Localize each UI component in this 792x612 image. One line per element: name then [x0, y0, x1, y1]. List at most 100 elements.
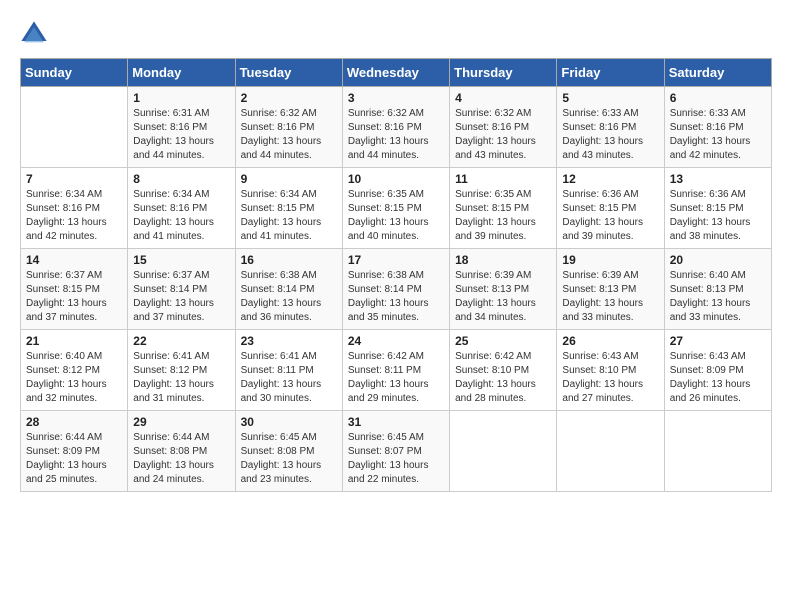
- logo-icon: [20, 20, 48, 48]
- day-info: Sunrise: 6:45 AMSunset: 8:08 PMDaylight:…: [241, 431, 337, 487]
- day-info: Sunrise: 6:42 AMSunset: 8:10 PMDaylight:…: [455, 350, 551, 406]
- calendar-cell: 3 Sunrise: 6:32 AMSunset: 8:16 PMDayligh…: [342, 87, 449, 168]
- day-info: Sunrise: 6:36 AMSunset: 8:15 PMDaylight:…: [562, 188, 658, 244]
- calendar-cell: [664, 411, 771, 492]
- weekday-header: Saturday: [664, 59, 771, 87]
- calendar-cell: 11 Sunrise: 6:35 AMSunset: 8:15 PMDaylig…: [450, 168, 557, 249]
- day-info: Sunrise: 6:40 AMSunset: 8:12 PMDaylight:…: [26, 350, 122, 406]
- day-info: Sunrise: 6:44 AMSunset: 8:08 PMDaylight:…: [133, 431, 229, 487]
- day-info: Sunrise: 6:35 AMSunset: 8:15 PMDaylight:…: [348, 188, 444, 244]
- day-info: Sunrise: 6:34 AMSunset: 8:15 PMDaylight:…: [241, 188, 337, 244]
- logo: [20, 20, 50, 48]
- day-number: 14: [26, 253, 122, 267]
- day-number: 31: [348, 415, 444, 429]
- calendar-cell: 13 Sunrise: 6:36 AMSunset: 8:15 PMDaylig…: [664, 168, 771, 249]
- day-number: 22: [133, 334, 229, 348]
- day-number: 5: [562, 91, 658, 105]
- calendar-cell: 22 Sunrise: 6:41 AMSunset: 8:12 PMDaylig…: [128, 330, 235, 411]
- weekday-header: Monday: [128, 59, 235, 87]
- weekday-header: Wednesday: [342, 59, 449, 87]
- calendar-cell: 5 Sunrise: 6:33 AMSunset: 8:16 PMDayligh…: [557, 87, 664, 168]
- day-number: 18: [455, 253, 551, 267]
- calendar-cell: 19 Sunrise: 6:39 AMSunset: 8:13 PMDaylig…: [557, 249, 664, 330]
- day-info: Sunrise: 6:37 AMSunset: 8:14 PMDaylight:…: [133, 269, 229, 325]
- calendar-cell: 6 Sunrise: 6:33 AMSunset: 8:16 PMDayligh…: [664, 87, 771, 168]
- day-info: Sunrise: 6:41 AMSunset: 8:11 PMDaylight:…: [241, 350, 337, 406]
- calendar-cell: 30 Sunrise: 6:45 AMSunset: 8:08 PMDaylig…: [235, 411, 342, 492]
- calendar-cell: 17 Sunrise: 6:38 AMSunset: 8:14 PMDaylig…: [342, 249, 449, 330]
- day-number: 24: [348, 334, 444, 348]
- day-number: 15: [133, 253, 229, 267]
- calendar-cell: 26 Sunrise: 6:43 AMSunset: 8:10 PMDaylig…: [557, 330, 664, 411]
- day-number: 29: [133, 415, 229, 429]
- day-number: 9: [241, 172, 337, 186]
- day-info: Sunrise: 6:37 AMSunset: 8:15 PMDaylight:…: [26, 269, 122, 325]
- calendar-cell: 24 Sunrise: 6:42 AMSunset: 8:11 PMDaylig…: [342, 330, 449, 411]
- calendar-cell: 28 Sunrise: 6:44 AMSunset: 8:09 PMDaylig…: [21, 411, 128, 492]
- weekday-header: Sunday: [21, 59, 128, 87]
- calendar-cell: 1 Sunrise: 6:31 AMSunset: 8:16 PMDayligh…: [128, 87, 235, 168]
- day-number: 3: [348, 91, 444, 105]
- weekday-header: Tuesday: [235, 59, 342, 87]
- calendar-cell: 21 Sunrise: 6:40 AMSunset: 8:12 PMDaylig…: [21, 330, 128, 411]
- day-number: 4: [455, 91, 551, 105]
- calendar-cell: [557, 411, 664, 492]
- calendar-cell: 18 Sunrise: 6:39 AMSunset: 8:13 PMDaylig…: [450, 249, 557, 330]
- calendar-table: SundayMondayTuesdayWednesdayThursdayFrid…: [20, 58, 772, 492]
- day-info: Sunrise: 6:38 AMSunset: 8:14 PMDaylight:…: [241, 269, 337, 325]
- day-info: Sunrise: 6:32 AMSunset: 8:16 PMDaylight:…: [241, 107, 337, 163]
- day-info: Sunrise: 6:31 AMSunset: 8:16 PMDaylight:…: [133, 107, 229, 163]
- day-info: Sunrise: 6:41 AMSunset: 8:12 PMDaylight:…: [133, 350, 229, 406]
- day-info: Sunrise: 6:39 AMSunset: 8:13 PMDaylight:…: [455, 269, 551, 325]
- calendar-cell: 10 Sunrise: 6:35 AMSunset: 8:15 PMDaylig…: [342, 168, 449, 249]
- day-number: 19: [562, 253, 658, 267]
- day-info: Sunrise: 6:44 AMSunset: 8:09 PMDaylight:…: [26, 431, 122, 487]
- day-number: 6: [670, 91, 766, 105]
- day-info: Sunrise: 6:34 AMSunset: 8:16 PMDaylight:…: [133, 188, 229, 244]
- calendar-week-row: 1 Sunrise: 6:31 AMSunset: 8:16 PMDayligh…: [21, 87, 772, 168]
- day-number: 20: [670, 253, 766, 267]
- day-number: 30: [241, 415, 337, 429]
- day-number: 2: [241, 91, 337, 105]
- calendar-cell: 7 Sunrise: 6:34 AMSunset: 8:16 PMDayligh…: [21, 168, 128, 249]
- calendar-cell: 14 Sunrise: 6:37 AMSunset: 8:15 PMDaylig…: [21, 249, 128, 330]
- day-info: Sunrise: 6:40 AMSunset: 8:13 PMDaylight:…: [670, 269, 766, 325]
- page-header: [20, 20, 772, 48]
- calendar-week-row: 28 Sunrise: 6:44 AMSunset: 8:09 PMDaylig…: [21, 411, 772, 492]
- calendar-week-row: 14 Sunrise: 6:37 AMSunset: 8:15 PMDaylig…: [21, 249, 772, 330]
- calendar-week-row: 21 Sunrise: 6:40 AMSunset: 8:12 PMDaylig…: [21, 330, 772, 411]
- calendar-cell: 2 Sunrise: 6:32 AMSunset: 8:16 PMDayligh…: [235, 87, 342, 168]
- day-info: Sunrise: 6:45 AMSunset: 8:07 PMDaylight:…: [348, 431, 444, 487]
- calendar-cell: 20 Sunrise: 6:40 AMSunset: 8:13 PMDaylig…: [664, 249, 771, 330]
- calendar-cell: 4 Sunrise: 6:32 AMSunset: 8:16 PMDayligh…: [450, 87, 557, 168]
- calendar-cell: 8 Sunrise: 6:34 AMSunset: 8:16 PMDayligh…: [128, 168, 235, 249]
- day-info: Sunrise: 6:38 AMSunset: 8:14 PMDaylight:…: [348, 269, 444, 325]
- day-info: Sunrise: 6:43 AMSunset: 8:10 PMDaylight:…: [562, 350, 658, 406]
- day-info: Sunrise: 6:32 AMSunset: 8:16 PMDaylight:…: [348, 107, 444, 163]
- weekday-header-row: SundayMondayTuesdayWednesdayThursdayFrid…: [21, 59, 772, 87]
- day-info: Sunrise: 6:39 AMSunset: 8:13 PMDaylight:…: [562, 269, 658, 325]
- day-number: 21: [26, 334, 122, 348]
- day-number: 11: [455, 172, 551, 186]
- day-number: 12: [562, 172, 658, 186]
- day-info: Sunrise: 6:33 AMSunset: 8:16 PMDaylight:…: [562, 107, 658, 163]
- day-info: Sunrise: 6:34 AMSunset: 8:16 PMDaylight:…: [26, 188, 122, 244]
- day-info: Sunrise: 6:36 AMSunset: 8:15 PMDaylight:…: [670, 188, 766, 244]
- calendar-cell: [450, 411, 557, 492]
- day-number: 16: [241, 253, 337, 267]
- day-info: Sunrise: 6:42 AMSunset: 8:11 PMDaylight:…: [348, 350, 444, 406]
- day-number: 7: [26, 172, 122, 186]
- calendar-cell: 16 Sunrise: 6:38 AMSunset: 8:14 PMDaylig…: [235, 249, 342, 330]
- day-info: Sunrise: 6:43 AMSunset: 8:09 PMDaylight:…: [670, 350, 766, 406]
- calendar-cell: 27 Sunrise: 6:43 AMSunset: 8:09 PMDaylig…: [664, 330, 771, 411]
- day-number: 23: [241, 334, 337, 348]
- day-number: 8: [133, 172, 229, 186]
- day-number: 13: [670, 172, 766, 186]
- calendar-cell: 25 Sunrise: 6:42 AMSunset: 8:10 PMDaylig…: [450, 330, 557, 411]
- calendar-cell: 12 Sunrise: 6:36 AMSunset: 8:15 PMDaylig…: [557, 168, 664, 249]
- day-number: 17: [348, 253, 444, 267]
- calendar-cell: 23 Sunrise: 6:41 AMSunset: 8:11 PMDaylig…: [235, 330, 342, 411]
- day-number: 25: [455, 334, 551, 348]
- weekday-header: Friday: [557, 59, 664, 87]
- calendar-cell: 9 Sunrise: 6:34 AMSunset: 8:15 PMDayligh…: [235, 168, 342, 249]
